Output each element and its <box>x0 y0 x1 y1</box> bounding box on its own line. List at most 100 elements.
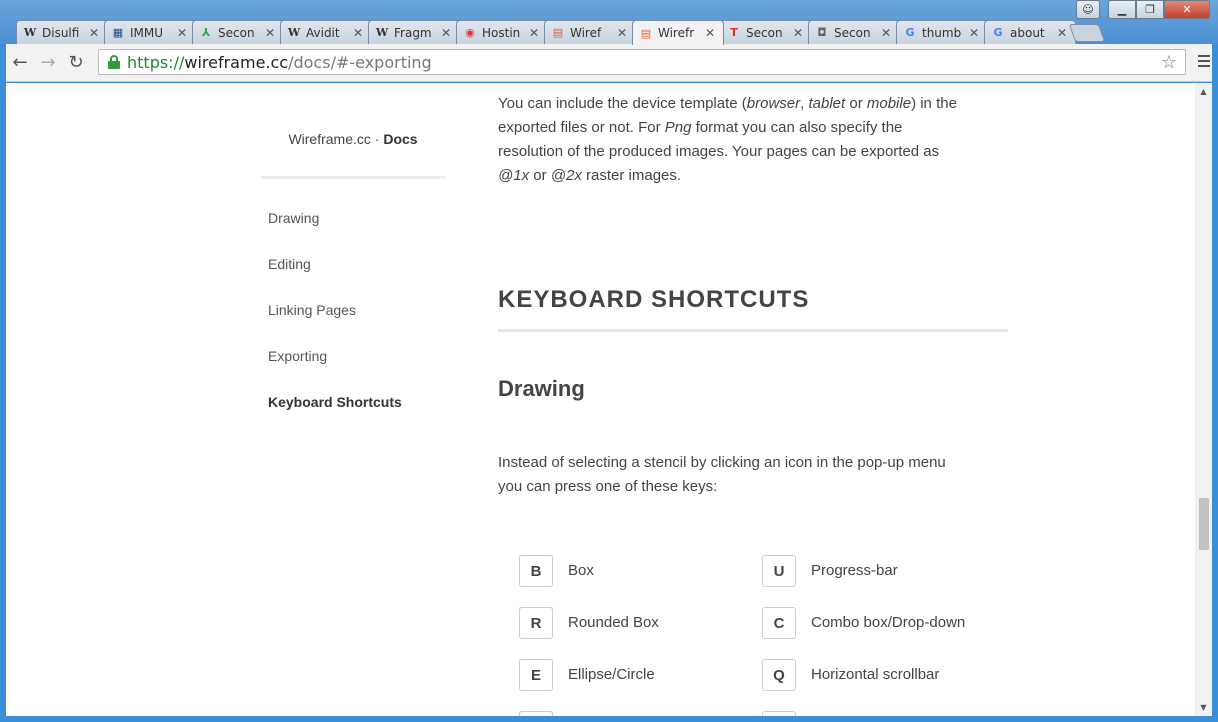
tab-title: Secon <box>218 25 255 40</box>
site-icon: T <box>730 26 738 39</box>
tab-title: Secon <box>746 25 783 40</box>
shortcut-key: Q <box>762 659 796 691</box>
tab-close-icon[interactable]: ✕ <box>439 26 453 40</box>
wireframe-icon: ▤ <box>640 26 652 40</box>
divider <box>261 176 445 179</box>
page-viewport: Wireframe.cc · Docs Drawing Editing Link… <box>6 83 1212 716</box>
shortcut-label: Box <box>568 562 594 579</box>
tab[interactable]: W Avidit ✕ <box>280 20 372 44</box>
shortcut-key <box>519 711 553 716</box>
tab-title: Fragm <box>394 25 432 40</box>
reload-icon[interactable]: ↻ <box>66 52 86 73</box>
brand-name: Wireframe.cc · <box>288 131 384 147</box>
browser-toolbar: ← → ↻ https://wireframe.cc/docs/#-export… <box>6 44 1212 82</box>
tab-close-icon[interactable]: ✕ <box>263 26 277 40</box>
wikipedia-icon: W <box>375 26 389 39</box>
wireframe-icon: ▤ <box>552 26 564 39</box>
google-icon: G <box>905 26 915 39</box>
google-icon: G <box>993 26 1003 39</box>
restore-button[interactable]: ❐ <box>1136 0 1164 19</box>
tab[interactable]: ▦ IMMU ✕ <box>104 20 196 44</box>
tab-strip: W Disulfi ✕ ▦ IMMU ✕ ⅄ Secon ✕ W Avidit … <box>0 0 1218 45</box>
tab-title: Wirefr <box>658 26 695 40</box>
tab[interactable]: ▤ Wiref ✕ <box>544 20 636 44</box>
tab-title: Wiref <box>570 25 602 40</box>
tab-close-icon[interactable]: ✕ <box>351 26 365 40</box>
tab-title: Avidit <box>306 25 340 40</box>
grid-icon: ▦ <box>112 26 124 39</box>
shortcut-key: U <box>762 555 796 587</box>
shortcut-key: C <box>762 607 796 639</box>
shortcut-label: Ellipse/Circle <box>568 666 655 683</box>
brand-docs: Docs <box>383 131 418 147</box>
intro-paragraph: Instead of selecting a stencil by clicki… <box>498 454 946 495</box>
scroll-up-icon[interactable]: ▲ <box>1195 83 1212 100</box>
url-host: wireframe.cc <box>184 52 289 72</box>
tab-close-icon[interactable]: ✕ <box>1055 26 1069 40</box>
minimize-button[interactable]: ▁ <box>1108 0 1136 19</box>
close-window-button[interactable]: ✕ <box>1164 0 1210 19</box>
sidebar-item-keyboard-shortcuts[interactable]: Keyboard Shortcuts <box>268 394 402 410</box>
scroll-down-icon[interactable]: ▼ <box>1195 699 1212 716</box>
tab-active[interactable]: ▤ Wirefr ✕ <box>632 20 724 45</box>
subsection-title: Drawing <box>498 376 585 401</box>
wikipedia-icon: W <box>23 26 37 39</box>
shortcut-key: E <box>519 659 553 691</box>
new-tab-button[interactable] <box>1068 24 1106 42</box>
divider <box>498 329 1008 332</box>
tab-title: Hostin <box>482 25 521 40</box>
tab-title: Secon <box>834 25 871 40</box>
tab[interactable]: ⅄ Secon ✕ <box>192 20 284 44</box>
tab[interactable]: W Disulfi ✕ <box>16 20 108 44</box>
tab-close-icon[interactable]: ✕ <box>615 26 629 40</box>
site-icon: ◉ <box>465 26 475 39</box>
bookmark-star-icon[interactable]: ☆ <box>1161 52 1177 73</box>
back-arrow-icon[interactable]: ← <box>10 52 30 73</box>
shortcut-label: Progress-bar <box>811 562 898 579</box>
window-controls: ☺ ▁ ❐ ✕ <box>1076 0 1210 19</box>
tab[interactable]: ◉ Hostin ✕ <box>456 20 548 44</box>
wikipedia-icon: W <box>287 26 301 39</box>
tab[interactable]: ◘ Secon ✕ <box>808 20 900 44</box>
tab[interactable]: G thumb ✕ <box>896 20 988 44</box>
shortcut-key: B <box>519 555 553 587</box>
tab-title: about <box>1010 25 1045 40</box>
user-icon[interactable]: ☺ <box>1076 0 1100 19</box>
lock-icon <box>107 55 121 69</box>
sidebar-item-editing[interactable]: Editing <box>268 256 311 272</box>
tab-close-icon[interactable]: ✕ <box>879 26 893 40</box>
url-path: /docs/#-exporting <box>288 52 432 72</box>
section-title: KEYBOARD SHORTCUTS <box>498 286 810 313</box>
sidebar-item-linking-pages[interactable]: Linking Pages <box>268 302 356 318</box>
vertical-scrollbar[interactable]: ▲ ▼ <box>1195 83 1212 716</box>
tab-close-icon[interactable]: ✕ <box>791 26 805 40</box>
tab-close-icon[interactable]: ✕ <box>527 26 541 40</box>
site-icon: ◘ <box>817 26 827 39</box>
brand[interactable]: Wireframe.cc · Docs <box>261 131 445 147</box>
tab-close-icon[interactable]: ✕ <box>175 26 189 40</box>
sidebar-item-drawing[interactable]: Drawing <box>268 210 319 226</box>
shortcut-label: Horizontal scrollbar <box>811 666 940 683</box>
tab[interactable]: W Fragm ✕ <box>368 20 460 44</box>
url-scheme: https:// <box>127 52 185 72</box>
tab[interactable]: G about ✕ <box>984 20 1076 44</box>
forward-arrow-icon[interactable]: → <box>38 52 58 73</box>
scrollbar-thumb[interactable] <box>1199 498 1209 550</box>
tab[interactable]: T Secon ✕ <box>720 20 812 44</box>
shortcut-key <box>762 711 796 716</box>
menu-icon[interactable] <box>1196 53 1212 69</box>
site-icon: ⅄ <box>201 26 211 39</box>
tab-close-icon[interactable]: ✕ <box>967 26 981 40</box>
shortcut-label: Combo box/Drop-down <box>811 614 966 631</box>
address-bar[interactable]: https://wireframe.cc/docs/#-exporting ☆ <box>98 49 1186 75</box>
sidebar-item-exporting[interactable]: Exporting <box>268 348 327 364</box>
tab-title: IMMU <box>130 25 164 40</box>
tab-close-icon[interactable]: ✕ <box>703 26 717 40</box>
tab-title: thumb <box>922 25 962 40</box>
export-paragraph: You can include the device template (bro… <box>498 95 957 184</box>
browser-window: W Disulfi ✕ ▦ IMMU ✕ ⅄ Secon ✕ W Avidit … <box>0 0 1218 722</box>
shortcut-label: Rounded Box <box>568 614 659 631</box>
shortcut-key: R <box>519 607 553 639</box>
tab-title: Disulfi <box>42 25 80 40</box>
tab-close-icon[interactable]: ✕ <box>87 26 101 40</box>
